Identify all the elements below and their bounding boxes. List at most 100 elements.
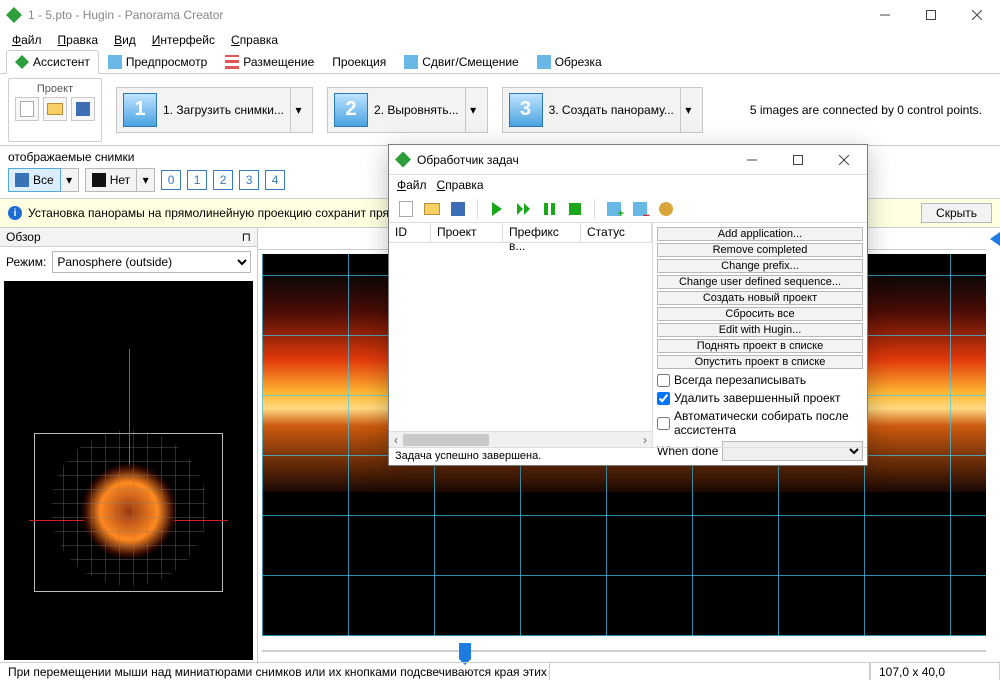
step1-load-images-button[interactable]: 1 1. Загрузить снимки... ▾ <box>116 87 313 133</box>
pause-icon <box>544 203 555 215</box>
batch-title: Обработчик задач <box>417 153 519 167</box>
statusbar-spacer <box>550 663 870 680</box>
batch-titlebar[interactable]: Обработчик задач <box>389 145 867 175</box>
tab-label: Обрезка <box>555 55 602 69</box>
batch-remove-button[interactable] <box>629 198 651 220</box>
pin-icon[interactable]: ⊓ <box>242 230 251 244</box>
batch-menu-file[interactable]: Файл <box>397 178 427 192</box>
hide-notice-button[interactable]: Скрыть <box>921 203 992 223</box>
batch-save-button[interactable] <box>447 198 469 220</box>
maximize-button[interactable] <box>908 0 954 30</box>
batch-edit-hugin-button[interactable]: Edit with Hugin... <box>657 323 863 337</box>
menu-help[interactable]: Справка <box>225 31 284 49</box>
close-button[interactable] <box>954 0 1000 30</box>
step2-label: 2. Выровнять... <box>374 103 459 117</box>
step1-label: 1. Загрузить снимки... <box>163 103 284 117</box>
image-toggle-1[interactable]: 1 <box>187 170 207 190</box>
batch-stop-button[interactable] <box>564 198 586 220</box>
tab-projection[interactable]: Проекция <box>323 50 395 73</box>
scroll-left-icon[interactable]: ‹ <box>389 432 403 448</box>
batch-add-button[interactable] <box>603 198 625 220</box>
menu-edit[interactable]: Правка <box>52 31 105 49</box>
step1-dropdown[interactable]: ▾ <box>290 88 306 132</box>
save-icon <box>451 202 465 216</box>
scroll-right-icon[interactable]: › <box>638 432 652 448</box>
batch-autostitch-check[interactable]: Автоматически собирать после ассистента <box>657 409 863 437</box>
menu-view[interactable]: Вид <box>108 31 142 49</box>
layout-icon <box>225 55 239 69</box>
batch-play-button[interactable] <box>486 198 508 220</box>
scroll-thumb[interactable] <box>403 434 489 446</box>
tab-preview[interactable]: Предпросмотр <box>99 50 216 73</box>
folder-open-icon <box>47 103 63 115</box>
batch-grid-hscroll[interactable]: ‹ › <box>389 431 652 447</box>
image-toggle-4[interactable]: 4 <box>265 170 285 190</box>
batch-maximize-button[interactable] <box>775 145 821 175</box>
project-panel-title: Проект <box>15 83 95 95</box>
step1-badge-icon: 1 <box>123 93 157 127</box>
tab-move[interactable]: Сдвиг/Смещение <box>395 50 527 73</box>
horizontal-pan-slider[interactable] <box>262 640 986 662</box>
add-project-icon <box>607 202 621 216</box>
minimize-button[interactable] <box>862 0 908 30</box>
tab-layout[interactable]: Размещение <box>216 50 323 73</box>
show-all-button[interactable]: Все <box>8 168 61 192</box>
col-project[interactable]: Проект <box>431 223 503 242</box>
batch-move-down-button[interactable]: Опустить проект в списке <box>657 355 863 369</box>
tab-assistant[interactable]: Ассистент <box>6 50 99 74</box>
image-toggle-3[interactable]: 3 <box>239 170 259 190</box>
show-none-dropdown[interactable]: ▾ <box>137 168 155 192</box>
step3-label: 3. Создать панораму... <box>549 103 674 117</box>
batch-dialog: Обработчик задач Файл Справка ID Проект … <box>388 144 868 466</box>
batch-add-application-button[interactable]: Add application... <box>657 227 863 241</box>
batch-minimize-button[interactable] <box>729 145 775 175</box>
save-project-button[interactable] <box>71 97 95 121</box>
batch-move-up-button[interactable]: Поднять проект в списке <box>657 339 863 353</box>
batch-remove-completed-button[interactable]: Remove completed <box>657 243 863 257</box>
batch-skip-button[interactable] <box>512 198 534 220</box>
batch-settings-button[interactable] <box>655 198 677 220</box>
menu-interface[interactable]: Интерфейс <box>146 31 221 49</box>
show-all-dropdown[interactable]: ▾ <box>61 168 79 192</box>
statusbar-size: 107,0 x 40,0 <box>870 663 1000 680</box>
col-id[interactable]: ID <box>389 223 431 242</box>
overview-3d-preview[interactable] <box>4 281 253 660</box>
tab-label: Ассистент <box>33 55 90 69</box>
batch-reset-all-button[interactable]: Сбросить все <box>657 307 863 321</box>
batch-menu-help[interactable]: Справка <box>437 178 484 192</box>
batch-pause-button[interactable] <box>538 198 560 220</box>
batch-change-prefix-button[interactable]: Change prefix... <box>657 259 863 273</box>
step3-create-panorama-button[interactable]: 3 3. Создать панораму... ▾ <box>502 87 703 133</box>
slider-thumb[interactable] <box>459 643 471 659</box>
batch-remove-done-check[interactable]: Удалить завершенный проект <box>657 391 863 405</box>
menu-file[interactable]: Файл <box>6 31 48 49</box>
new-project-button[interactable] <box>15 97 39 121</box>
batch-close-button[interactable] <box>821 145 867 175</box>
check-label: Всегда перезаписывать <box>674 373 806 387</box>
col-status[interactable]: Статус <box>581 223 652 242</box>
overview-mode-select[interactable]: Panosphere (outside) <box>52 251 251 273</box>
tab-crop[interactable]: Обрезка <box>528 50 611 73</box>
step2-align-button[interactable]: 2 2. Выровнять... ▾ <box>327 87 488 133</box>
batch-grid-rows[interactable] <box>389 243 652 431</box>
batch-change-sequence-button[interactable]: Change user defined sequence... <box>657 275 863 289</box>
batch-overwrite-check[interactable]: Всегда перезаписывать <box>657 373 863 387</box>
image-toggle-2[interactable]: 2 <box>213 170 233 190</box>
show-none-button[interactable]: Нет <box>85 168 137 192</box>
play-icon <box>492 202 502 216</box>
batch-grid-header: ID Проект Префикс в... Статус <box>389 223 652 243</box>
batch-create-project-button[interactable]: Создать новый проект <box>657 291 863 305</box>
open-project-button[interactable] <box>43 97 67 121</box>
batch-open-button[interactable] <box>421 198 443 220</box>
check-label: Автоматически собирать после ассистента <box>674 409 863 437</box>
slider-track <box>262 650 986 652</box>
overview-pane-header: Обзор ⊓ <box>0 228 257 247</box>
image-toggle-0[interactable]: 0 <box>161 170 181 190</box>
ruler-marker-icon[interactable] <box>990 232 1000 246</box>
check-label: Удалить завершенный проект <box>674 391 841 405</box>
batch-new-button[interactable] <box>395 198 417 220</box>
step3-dropdown[interactable]: ▾ <box>680 88 696 132</box>
preview-icon <box>108 55 122 69</box>
step2-dropdown[interactable]: ▾ <box>465 88 481 132</box>
col-prefix[interactable]: Префикс в... <box>503 223 581 242</box>
